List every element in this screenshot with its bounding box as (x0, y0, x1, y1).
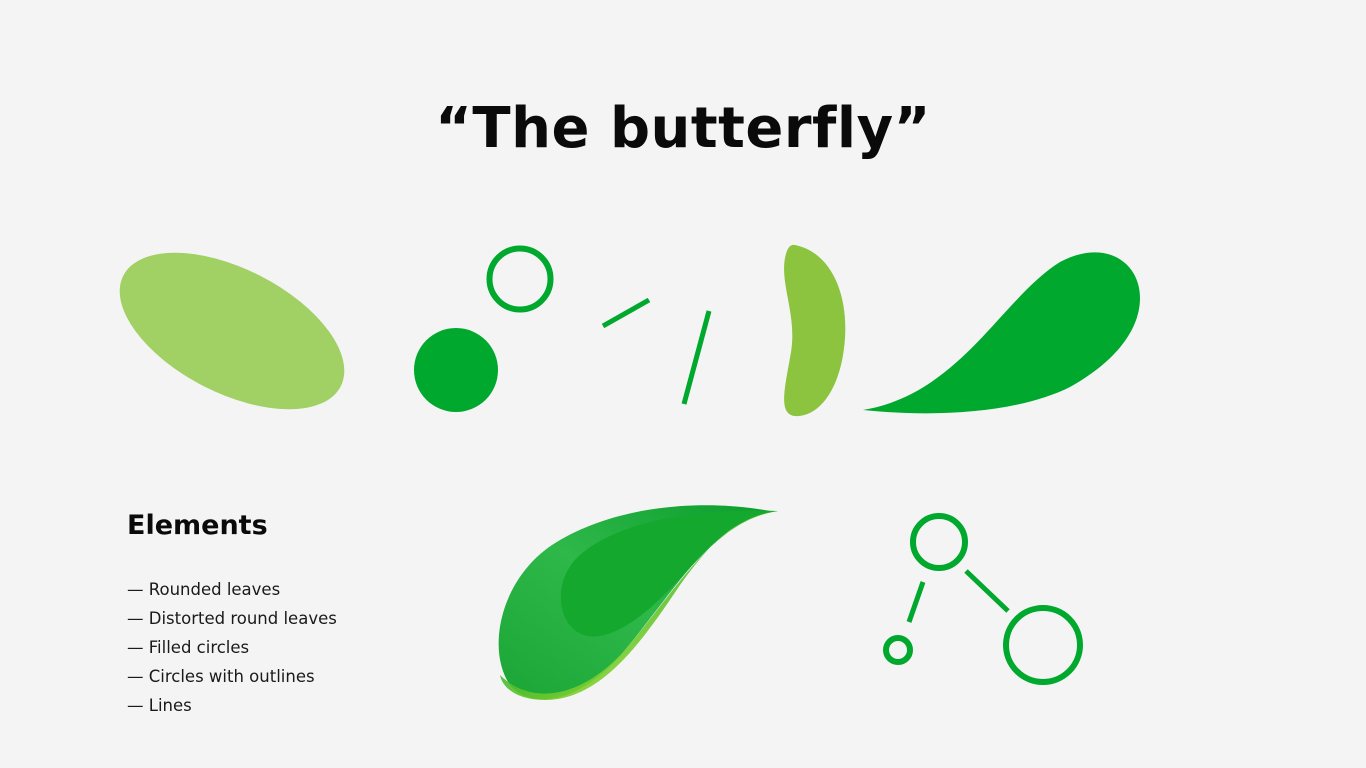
outlined-circle-top (910, 513, 968, 571)
rounded-leaf-shape (119, 252, 345, 410)
elements-list: — Rounded leaves — Distorted round leave… (127, 577, 337, 722)
line-short (601, 297, 651, 329)
filled-circle (414, 328, 498, 412)
list-item: — Rounded leaves (127, 580, 281, 599)
elements-heading: Elements (127, 510, 268, 541)
list-item: — Lines (127, 696, 192, 715)
list-item: — Circles with outlines (127, 667, 315, 686)
teardrop-leaf-shape (863, 252, 1140, 414)
outlined-circle-small (883, 635, 913, 665)
list-item: — Distorted round leaves (127, 609, 337, 628)
line-long (681, 310, 712, 405)
outlined-circle-large (1003, 605, 1083, 685)
list-item: — Filled circles (127, 638, 250, 657)
connector-line-left (906, 581, 926, 623)
distorted-leaf-shape (784, 244, 846, 417)
connector-line-right (964, 569, 1010, 613)
outlined-circle (486, 245, 554, 313)
